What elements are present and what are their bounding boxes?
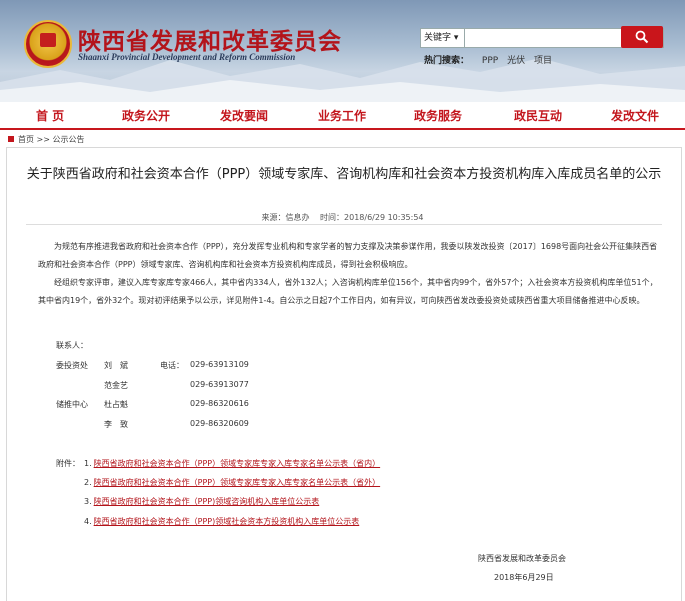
article-title: 关于陕西省政府和社会资本合作（PPP）领域专家库、咨询机构库和社会资本方投资机构… (26, 167, 662, 182)
hot-search: 热门搜索： PPP 光伏 项目 (424, 53, 552, 66)
contact-name: 刘 斌 (104, 361, 128, 370)
search-icon (635, 30, 649, 44)
site-title: 陕西省发展和改革委员会 (78, 28, 342, 55)
attachment-link-text[interactable]: 陕西省政府和社会资本合作（PPP）领域专家库专家入库专家名单公示表（省内） (94, 459, 380, 468)
hot-search-term[interactable]: 光伏 (507, 56, 525, 66)
nav-item-documents[interactable]: 发改文件 (611, 107, 659, 124)
nav-item-gov-affairs-open[interactable]: 政务公开 (122, 107, 170, 124)
contact-name: 杜占魁 (104, 400, 128, 409)
contact-phone: 029-63913077 (190, 380, 249, 389)
article-paragraph-1: 为规范有序推进我省政府和社会资本合作（PPP），充分发挥专业机构和专家学者的智力… (38, 242, 658, 269)
search-button[interactable] (621, 26, 663, 48)
article-source: 来源：信息办 (261, 213, 310, 222)
signature-date: 2018年6月29日 (494, 573, 554, 582)
breadcrumb: 首页 >> 公示公告 (8, 134, 85, 145)
nav-item-services[interactable]: 政务服务 (414, 107, 462, 124)
attachment-number: 2. (84, 478, 92, 487)
signature-org: 陕西省发展和改革委员会 (478, 554, 566, 563)
attachment-number: 1. (84, 459, 92, 468)
attachment-link[interactable]: 2. 陕西省政府和社会资本合作（PPP）领域专家库专家入库专家名单公示表（省外） (84, 477, 380, 488)
search-type-select[interactable]: 关键字 ▾ (421, 29, 465, 47)
hot-search-term[interactable]: PPP (482, 56, 498, 66)
hot-search-term[interactable]: 项目 (534, 56, 552, 66)
breadcrumb-home[interactable]: 首页 (18, 135, 34, 144)
contact-phone: 029-86320616 (190, 399, 249, 408)
nav-item-business[interactable]: 业务工作 (318, 107, 366, 124)
divider (26, 224, 662, 225)
main-nav: 首 页 政务公开 发改要闻 业务工作 政务服务 政民互动 发改文件 (0, 102, 685, 130)
contact-dept: 委投资处 (56, 361, 88, 370)
article-paragraph-2: 经组织专家评审，建议入库专家库专家466人，其中省内334人，省外132人；入咨… (38, 278, 658, 305)
nav-item-news[interactable]: 发改要闻 (220, 107, 268, 124)
contact-dept: 储推中心 (56, 400, 88, 409)
hot-search-label: 热门搜索： (424, 56, 470, 66)
contact-phone: 029-86320609 (190, 419, 249, 428)
contact-phone: 029-63913109 (190, 360, 249, 369)
home-icon (8, 136, 14, 142)
attachment-link-text[interactable]: 陕西省政府和社会资本合作（PPP)领域社会资本方投资机构入库单位公示表 (94, 517, 360, 526)
site-header: 陕西省发展和改革委员会 Shaanxi Provincial Developme… (0, 0, 685, 102)
breadcrumb-current[interactable]: 公示公告 (53, 135, 85, 144)
contact-phone-label: 电话： (160, 361, 184, 370)
attachment-link-text[interactable]: 陕西省政府和社会资本合作（PPP)领域咨询机构入库单位公示表 (94, 497, 320, 506)
article-time: 时间：2018/6/29 10:35:54 (320, 213, 424, 222)
attachment-link[interactable]: 3. 陕西省政府和社会资本合作（PPP)领域咨询机构入库单位公示表 (84, 496, 319, 507)
nav-item-home[interactable]: 首 页 (36, 107, 64, 124)
attachment-number: 3. (84, 497, 92, 506)
search-input[interactable] (467, 29, 617, 47)
site-subtitle: Shaanxi Provincial Development and Refor… (78, 52, 296, 62)
breadcrumb-separator: >> (36, 135, 50, 144)
attachment-link-text[interactable]: 陕西省政府和社会资本合作（PPP）领域专家库专家入库专家名单公示表（省外） (94, 478, 380, 487)
attachment-number: 4. (84, 517, 92, 526)
attachment-link[interactable]: 1. 陕西省政府和社会资本合作（PPP）领域专家库专家入库专家名单公示表（省内） (84, 458, 380, 469)
article-meta: 来源：信息办 时间：2018/6/29 10:35:54 (0, 212, 685, 223)
contact-name: 李 致 (104, 420, 128, 429)
contact-label: 联系人： (56, 341, 88, 350)
nav-item-interaction[interactable]: 政民互动 (514, 107, 562, 124)
attachments-label: 附件： (56, 459, 80, 468)
contact-name: 范金艺 (104, 381, 128, 390)
national-emblem-logo (24, 20, 72, 68)
attachment-link[interactable]: 4. 陕西省政府和社会资本合作（PPP)领域社会资本方投资机构入库单位公示表 (84, 516, 359, 527)
